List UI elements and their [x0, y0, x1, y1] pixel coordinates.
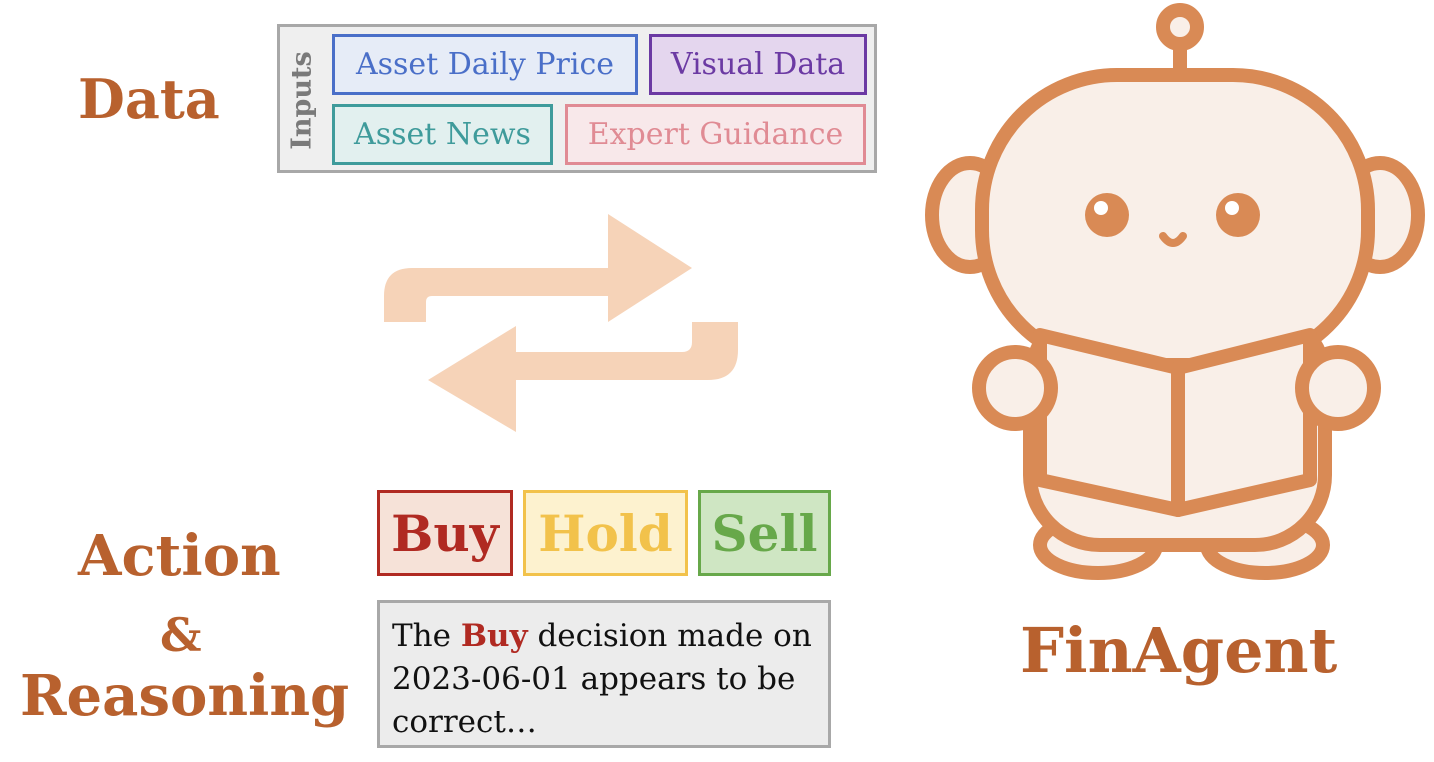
input-chip-asset-daily-price: Asset Daily Price	[332, 34, 638, 95]
inputs-label: Inputs	[279, 28, 325, 172]
right-hand	[1295, 345, 1381, 431]
agent-name: FinAgent	[1020, 614, 1338, 687]
action-heading: Action	[78, 523, 281, 589]
robot-reading-book-icon	[925, 3, 1425, 580]
reasoning-prefix: The	[392, 618, 461, 654]
book-right-page	[1171, 328, 1317, 517]
hold-button[interactable]: Hold	[523, 490, 688, 576]
left-hand	[972, 345, 1058, 431]
input-chip-expert-guidance: Expert Guidance	[565, 104, 866, 165]
right-eye	[1216, 193, 1260, 237]
right-eye-shine	[1225, 201, 1239, 215]
buy-button[interactable]: Buy	[377, 490, 513, 576]
ampersand-heading: &	[160, 608, 202, 662]
left-eye	[1085, 193, 1129, 237]
arrow-left-icon	[428, 322, 738, 432]
reasoning-heading: Reasoning	[20, 663, 350, 729]
exchange-arrows-icon	[384, 214, 738, 432]
input-chip-asset-news: Asset News	[332, 104, 553, 165]
left-eye-shine	[1094, 201, 1108, 215]
book-left-page	[1033, 328, 1185, 517]
reasoning-decision: Buy	[460, 618, 528, 654]
arrow-right-icon	[384, 214, 692, 322]
antenna-ball	[1156, 3, 1204, 51]
reasoning-text-box: The Buy decision made on 2023-06-01 appe…	[377, 600, 831, 748]
data-heading: Data	[78, 67, 220, 131]
inputs-label-text: Inputs	[286, 50, 318, 150]
sell-button[interactable]: Sell	[698, 490, 831, 576]
input-chip-visual-data: Visual Data	[649, 34, 867, 95]
robot-head	[975, 68, 1375, 372]
